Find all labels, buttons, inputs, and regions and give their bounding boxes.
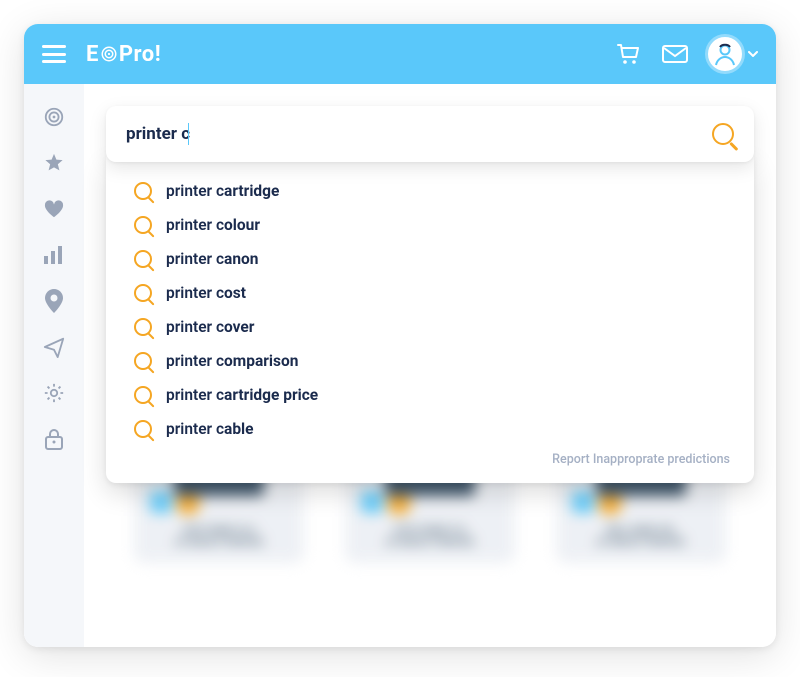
suggestion-suffix: over bbox=[224, 318, 254, 336]
sidebar-send-icon[interactable] bbox=[43, 336, 65, 358]
search-icon bbox=[134, 420, 152, 438]
search-bar: printer c bbox=[106, 106, 754, 162]
search-icon bbox=[134, 352, 152, 370]
suggestion-suffix: olour bbox=[224, 216, 260, 234]
sidebar-lock-icon[interactable] bbox=[43, 428, 65, 450]
search-icon bbox=[134, 250, 152, 268]
suggestion-item[interactable]: printer cartridge bbox=[106, 174, 754, 208]
report-predictions-link[interactable]: Report Inapproprate predictions bbox=[106, 446, 754, 469]
suggestion-item[interactable]: printer cartridge price bbox=[106, 378, 754, 412]
suggestion-suffix: able bbox=[224, 420, 254, 438]
app-window: E Pro! bbox=[24, 24, 776, 647]
product-name-line1: EPST RIDM T4.0 bbox=[184, 526, 255, 536]
product-name-line2: AF INKJET PRINTER bbox=[175, 538, 263, 548]
text-caret bbox=[188, 123, 189, 145]
suggestion-prefix: printer c bbox=[166, 216, 224, 234]
brand-text-part2: Pro! bbox=[119, 42, 161, 67]
search-icon[interactable] bbox=[712, 123, 734, 145]
sidebar-target-icon[interactable] bbox=[43, 106, 65, 128]
sidebar-heart-icon[interactable] bbox=[43, 198, 65, 220]
suggestion-item[interactable]: printer colour bbox=[106, 208, 754, 242]
suggestion-prefix: printer c bbox=[166, 352, 224, 370]
product-name-line2: AF INKJET PRINTER bbox=[597, 538, 685, 548]
autocomplete-dropdown: printer cartridge printer colour printer… bbox=[106, 156, 754, 483]
chevron-down-icon bbox=[748, 51, 758, 57]
suggestion-suffix: omparison bbox=[224, 352, 298, 370]
sidebar-gear-icon[interactable] bbox=[43, 382, 65, 404]
search-icon bbox=[134, 182, 152, 200]
product-name-line1: EITST RIDM T10 bbox=[395, 526, 466, 536]
suggestion-item[interactable]: printer cable bbox=[106, 412, 754, 446]
main-content: EPST RIDM T4.0 AF INKJET PRINTER EITST RI… bbox=[84, 84, 776, 647]
app-header: E Pro! bbox=[24, 24, 776, 84]
search-icon bbox=[134, 284, 152, 302]
mail-icon[interactable] bbox=[662, 45, 688, 63]
suggestion-suffix: artridge price bbox=[224, 386, 318, 404]
cart-icon[interactable] bbox=[616, 43, 642, 65]
search-icon bbox=[134, 318, 152, 336]
suggestion-prefix: printer c bbox=[166, 318, 224, 336]
menu-icon[interactable] bbox=[42, 45, 66, 63]
suggestion-suffix: anon bbox=[224, 250, 258, 268]
suggestion-suffix: artridge bbox=[224, 182, 279, 200]
suggestion-item[interactable]: printer comparison bbox=[106, 344, 754, 378]
app-body: EPST RIDM T4.0 AF INKJET PRINTER EITST RI… bbox=[24, 84, 776, 647]
target-icon bbox=[100, 45, 118, 63]
suggestion-prefix: printer c bbox=[166, 250, 224, 268]
search-icon bbox=[134, 216, 152, 234]
suggestion-prefix: printer c bbox=[166, 386, 224, 404]
suggestion-item[interactable]: printer cover bbox=[106, 310, 754, 344]
suggestion-item[interactable]: printer cost bbox=[106, 276, 754, 310]
suggestion-item[interactable]: printer canon bbox=[106, 242, 754, 276]
sidebar-pin-icon[interactable] bbox=[43, 290, 65, 312]
search-input-text: printer c bbox=[126, 124, 190, 144]
product-name-line1: BELL RIDM T50 bbox=[607, 526, 674, 536]
sidebar-bars-icon[interactable] bbox=[43, 244, 65, 266]
suggestion-prefix: printer c bbox=[166, 420, 224, 438]
sidebar-star-icon[interactable] bbox=[43, 152, 65, 174]
sidebar bbox=[24, 84, 84, 647]
suggestion-prefix: printer c bbox=[166, 284, 224, 302]
avatar-icon bbox=[708, 37, 742, 71]
user-menu[interactable] bbox=[708, 37, 758, 71]
header-actions bbox=[616, 37, 758, 71]
brand-text-part1: E bbox=[86, 42, 99, 67]
search-icon bbox=[134, 386, 152, 404]
suggestion-suffix: ost bbox=[224, 284, 246, 302]
suggestion-prefix: printer c bbox=[166, 182, 224, 200]
brand-logo[interactable]: E Pro! bbox=[86, 42, 161, 67]
product-name-line2: AF INKJET PRINTER bbox=[386, 538, 474, 548]
